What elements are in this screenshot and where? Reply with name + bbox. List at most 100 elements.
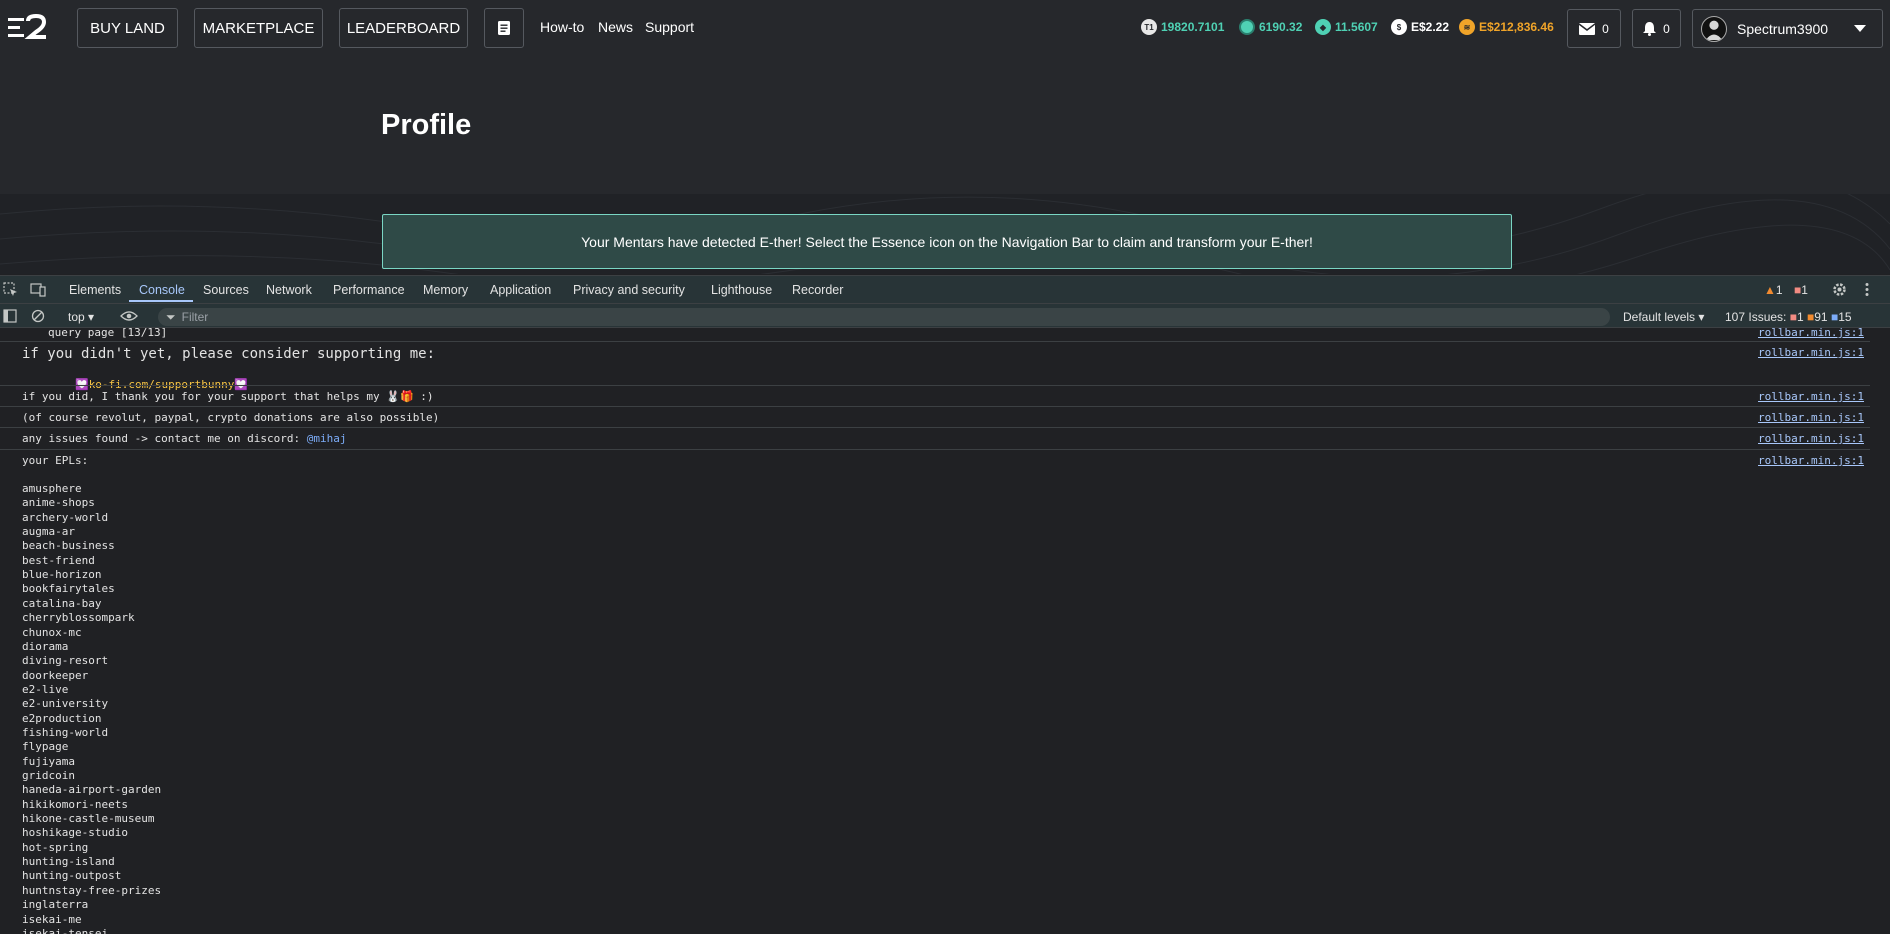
epl-list-item: haneda-airport-garden (22, 783, 162, 797)
user-menu-button[interactable]: Spectrum3900 (1692, 9, 1883, 48)
epl-list-item: beach-business (22, 539, 115, 553)
dropdown-arrow-icon: ▾ (1698, 310, 1705, 324)
essence-stat[interactable]: 6190.32 (1239, 19, 1302, 35)
epl-list-item: gridcoin (22, 769, 75, 782)
tab-sources[interactable]: Sources (203, 283, 249, 297)
device-toolbar-icon[interactable] (30, 282, 46, 297)
epl-list-item: e2production (22, 711, 102, 725)
epl-list-item: amusphere (22, 482, 82, 495)
tab-recorder[interactable]: Recorder (792, 283, 843, 297)
epl-list-item: hikone-castle-museum (22, 812, 155, 826)
epl-list-item: augma-ar (22, 525, 75, 539)
warning-count: 1 (1775, 283, 1783, 297)
source-link[interactable]: rollbar.min.js:1 (1758, 432, 1864, 445)
leaderboard-button[interactable]: LEADERBOARD (339, 8, 468, 48)
dollar-icon: $ (1391, 19, 1407, 35)
context-selector[interactable]: top ▾ (68, 310, 94, 324)
message-text: your EPLs: (22, 454, 89, 467)
tab-application[interactable]: Application (490, 283, 551, 297)
context-label: top (68, 310, 85, 324)
buy-land-button[interactable]: BUY LAND (77, 8, 178, 48)
message-line: any issues found -> contact me on discor… (22, 432, 347, 445)
message-text: (of course revolut, paypal, crypto donat… (22, 411, 440, 424)
log-levels-dropdown[interactable]: Default levels ▾ (1623, 310, 1704, 324)
source-link[interactable]: rollbar.min.js:1 (1758, 454, 1864, 467)
ether-stat[interactable]: ◆ 11.5607 (1315, 19, 1378, 35)
essence-value: 6190.32 (1259, 20, 1303, 34)
tab-performance[interactable]: Performance (333, 283, 405, 297)
tab-console[interactable]: Console (139, 283, 185, 297)
sidebar-toggle-icon[interactable] (3, 309, 17, 323)
console-message-epls: your EPLs: rollbar.min.js:1 amusphere ani… (0, 449, 1870, 934)
issue-warning-count: 91 (1814, 310, 1828, 324)
ether-value: 11.5607 (1335, 20, 1378, 34)
warning-icon: ▲ (1764, 283, 1776, 297)
epl-list-item: doorkeeper (22, 668, 89, 682)
dollar-stat[interactable]: $ E$2.22 (1391, 19, 1449, 35)
epl-list-item: fishing-world (22, 725, 109, 739)
essence-icon (1239, 19, 1255, 35)
errors-counter[interactable]: ■1 (1794, 283, 1808, 297)
epl-list-item: best-friend (22, 553, 95, 567)
message-text: if you did, I thank you for your support… (22, 390, 380, 403)
epl-list-item: hot-spring (22, 840, 89, 854)
app-root: BUY LAND MARKETPLACE LEADERBOARD How-to … (0, 0, 1890, 934)
issues-counter[interactable]: 107 Issues: ■1 ■91 ■15 (1725, 310, 1852, 324)
tiles-value: 19820.7101 (1161, 20, 1225, 34)
source-link[interactable]: rollbar.min.js:1 (1758, 411, 1864, 424)
news-link[interactable]: News (598, 19, 633, 35)
gift-icon: 🎁 (399, 390, 414, 403)
epl-list-item: diorama (22, 639, 69, 653)
live-expression-eye-icon[interactable] (120, 310, 138, 322)
epl-list-item: inglaterra (22, 898, 89, 912)
mail-button[interactable]: 0 (1567, 9, 1621, 48)
page-title: Profile (381, 109, 472, 141)
more-options-icon[interactable] (1864, 282, 1870, 297)
console-filter-input[interactable]: ⏷ Filter (158, 308, 1610, 326)
epl-list-item: huntnstay-free-prizes (22, 883, 162, 897)
tab-memory[interactable]: Memory (423, 283, 468, 297)
tab-elements[interactable]: Elements (69, 283, 121, 297)
epl-list-item: chunox-mc (22, 625, 82, 639)
avatar-image (1705, 20, 1723, 40)
ether-icon: ◆ (1315, 19, 1331, 35)
marketplace-button[interactable]: MARKETPLACE (194, 8, 323, 48)
bunny-icon: 🐰 (386, 390, 400, 403)
epl-list-item: diving-resort (22, 654, 109, 668)
settings-gear-icon[interactable] (1832, 282, 1847, 297)
document-icon (498, 21, 510, 35)
message-line: if you did, I thank you for your support… (22, 390, 434, 403)
warnings-counter[interactable]: ▲1 (1764, 283, 1783, 297)
console-message: if you did, I thank you for your support… (0, 385, 1870, 406)
source-link[interactable]: rollbar.min.js:1 (1758, 328, 1864, 339)
tiles-stat[interactable]: T1 19820.7101 (1141, 19, 1224, 35)
source-link[interactable]: rollbar.min.js:1 (1758, 346, 1864, 359)
epl-list-item: archery-world (22, 510, 109, 524)
inspect-element-icon[interactable] (3, 282, 18, 297)
epl-list-item: e2-live (22, 682, 69, 696)
epl-list-item: hikikomori-neets (22, 797, 128, 811)
epl-list-item: blue-horizon (22, 568, 102, 582)
console-toolbar: top ▾ ⏷ Filter Default levels ▾ 107 Issu… (0, 303, 1890, 328)
source-link[interactable]: rollbar.min.js:1 (1758, 390, 1864, 403)
balance-stat[interactable]: ≋ E$212,836.46 (1459, 19, 1554, 35)
e2-logo[interactable] (8, 14, 50, 42)
issues-label: 107 Issues: (1725, 310, 1787, 324)
support-link[interactable]: Support (645, 19, 694, 35)
console-output: query page [13/13] rollbar.min.js:1 if y… (0, 328, 1890, 934)
message-tail: :) (420, 390, 434, 403)
clear-console-icon[interactable] (31, 309, 45, 323)
epl-list-item: catalina-bay (22, 596, 102, 610)
tab-lighthouse[interactable]: Lighthouse (711, 283, 772, 297)
notifications-button[interactable]: 0 (1632, 9, 1681, 48)
tab-network[interactable]: Network (266, 283, 312, 297)
epl-list-item: hunting-island (22, 855, 115, 869)
error-count: 1 (1801, 283, 1808, 297)
how-to-link[interactable]: How-to (540, 19, 584, 35)
notes-button[interactable] (484, 8, 524, 48)
console-message: (of course revolut, paypal, crypto donat… (0, 406, 1870, 427)
dollar-value: E$2.22 (1411, 20, 1450, 34)
tab-privacy-and-security[interactable]: Privacy and security (573, 283, 685, 297)
epl-list-item: anime-shops (22, 496, 95, 510)
issue-error-icon: ■ (1789, 310, 1797, 324)
